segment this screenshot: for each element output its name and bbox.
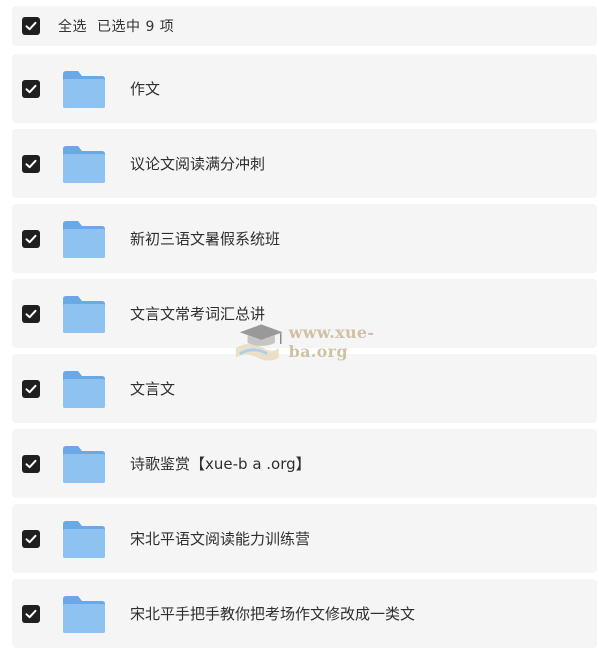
item-checkbox[interactable] [22, 154, 40, 173]
item-name[interactable]: 宋北平手把手教你把考场作文修改成一类文 [130, 603, 415, 624]
item-name[interactable]: 文言文 [130, 378, 175, 399]
checkmark-icon [25, 534, 37, 543]
checkmark-icon [25, 21, 37, 31]
item-checkbox[interactable] [22, 304, 40, 323]
item-name[interactable]: 新初三语文暑假系统班 [130, 228, 280, 249]
list-item[interactable]: 宋北平语文阅读能力训练营 [12, 504, 597, 573]
item-checkbox[interactable] [22, 604, 40, 623]
folder-icon [61, 293, 107, 335]
folder-icon [61, 143, 107, 185]
file-list-page: 全选 已选中 9 项 作文 议论文阅读满分冲刺 新初三语文暑假系统班 文言文常考… [0, 0, 599, 649]
folder-icon [61, 593, 107, 635]
item-checkbox[interactable] [22, 454, 40, 473]
item-name[interactable]: 宋北平语文阅读能力训练营 [130, 528, 310, 549]
checkmark-icon [25, 609, 37, 618]
list-item[interactable]: 文言文常考词汇总讲 [12, 279, 597, 348]
checkmark-icon [25, 459, 37, 468]
selected-count: 已选中 9 项 [97, 19, 175, 35]
folder-icon [61, 68, 107, 110]
select-all-checkbox[interactable] [22, 17, 40, 35]
folder-icon [61, 518, 107, 560]
file-list: 作文 议论文阅读满分冲刺 新初三语文暑假系统班 文言文常考词汇总讲 文言文 诗歌… [12, 54, 597, 649]
item-checkbox[interactable] [22, 529, 40, 548]
folder-icon [61, 368, 107, 410]
checkmark-icon [25, 234, 37, 243]
selection-header: 全选 已选中 9 项 [12, 6, 597, 46]
item-checkbox[interactable] [22, 79, 40, 98]
folder-icon [61, 218, 107, 260]
list-item[interactable]: 宋北平手把手教你把考场作文修改成一类文 [12, 579, 597, 648]
item-name[interactable]: 诗歌鉴赏【xue-b a .org】 [130, 453, 311, 474]
item-name[interactable]: 议论文阅读满分冲刺 [130, 153, 265, 174]
checkmark-icon [25, 159, 37, 168]
item-checkbox[interactable] [22, 379, 40, 398]
list-item[interactable]: 作文 [12, 54, 597, 123]
item-name[interactable]: 作文 [130, 78, 160, 99]
list-item[interactable]: 诗歌鉴赏【xue-b a .org】 [12, 429, 597, 498]
checkmark-icon [25, 384, 37, 393]
list-item[interactable]: 新初三语文暑假系统班 [12, 204, 597, 273]
list-item[interactable]: 议论文阅读满分冲刺 [12, 129, 597, 198]
folder-icon [61, 443, 107, 485]
item-checkbox[interactable] [22, 229, 40, 248]
select-all-label[interactable]: 全选 [58, 16, 87, 36]
checkmark-icon [25, 309, 37, 318]
item-name[interactable]: 文言文常考词汇总讲 [130, 303, 265, 324]
checkmark-icon [25, 84, 37, 93]
list-item[interactable]: 文言文 [12, 354, 597, 423]
